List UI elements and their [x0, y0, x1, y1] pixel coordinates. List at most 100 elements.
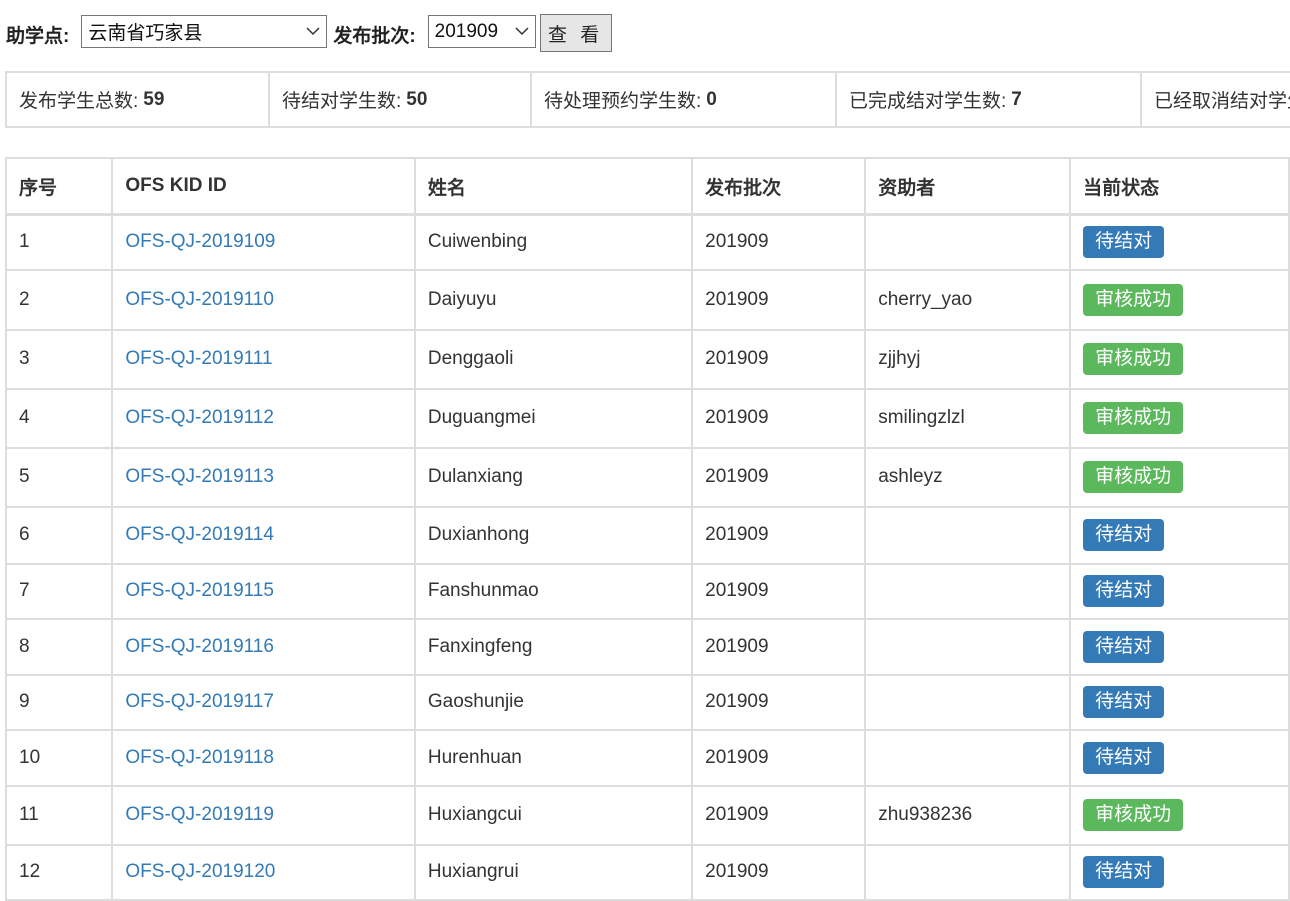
status-badge: 待结对 — [1083, 630, 1165, 663]
stat-completed: 已完成结对学生数: 7 — [835, 73, 1140, 126]
cell-sponsor — [864, 562, 1072, 620]
stats-bar: 发布学生总数: 59 待结对学生数: 50 待处理预约学生数: 0 已完成结对学生数:… — [5, 71, 1290, 128]
site-select[interactable]: 云南省巧家县 — [81, 15, 328, 48]
cell-sponsor — [864, 213, 1072, 271]
kid-id-link[interactable]: OFS-QJ-2019115 — [125, 580, 274, 601]
kid-id-link[interactable]: OFS-QJ-2019110 — [125, 289, 274, 310]
cell-status: 待结对 — [1069, 505, 1290, 565]
cell-name: Fanshunmao — [413, 562, 694, 620]
cell-no: 6 — [4, 505, 114, 565]
table-row: 2 OFS-QJ-2019110 Daiyuyu 201909 cherry_yao 审核… — [4, 268, 1290, 331]
status-badge: 审核成功 — [1083, 799, 1184, 831]
cell-name: Denggaoli — [413, 328, 694, 390]
stat-total: 发布学生总数: 59 — [5, 73, 268, 126]
header-kid-id: OFS KID ID — [111, 157, 416, 216]
kid-id-link[interactable]: OFS-QJ-2019118 — [125, 747, 274, 768]
view-button[interactable]: 查 看 — [539, 14, 612, 52]
stat-total-value: 59 — [143, 88, 165, 110]
cell-no: 2 — [4, 268, 114, 331]
cell-status: 待结对 — [1069, 728, 1290, 787]
kid-id-link[interactable]: OFS-QJ-2019119 — [125, 804, 274, 825]
cell-batch: 201909 — [691, 328, 867, 390]
cell-kid-id: OFS-QJ-2019119 — [111, 784, 416, 846]
cell-name: Duguangmei — [413, 387, 694, 449]
cell-sponsor — [864, 617, 1072, 676]
status-badge: 审核成功 — [1083, 343, 1184, 375]
kid-id-link[interactable]: OFS-QJ-2019116 — [125, 636, 274, 657]
cell-kid-id: OFS-QJ-2019110 — [111, 268, 416, 331]
cell-sponsor: ashleyz — [864, 446, 1072, 508]
kid-id-link[interactable]: OFS-QJ-2019113 — [125, 466, 274, 487]
cell-status: 待结对 — [1069, 617, 1290, 676]
cell-batch: 201909 — [691, 728, 867, 787]
cell-batch: 201909 — [691, 784, 867, 846]
kid-id-link[interactable]: OFS-QJ-2019111 — [125, 348, 272, 369]
students-table: 序号 OFS KID ID 姓名 发布批次 资助者 当前状态 1 OFS-QJ-2… — [4, 157, 1290, 901]
cell-status: 审核成功 — [1069, 268, 1290, 331]
batch-label: 发布批次: — [333, 25, 416, 47]
header-name: 姓名 — [413, 157, 694, 216]
cell-status: 待结对 — [1069, 562, 1290, 620]
status-badge: 待结对 — [1083, 686, 1165, 718]
cell-kid-id: OFS-QJ-2019115 — [111, 562, 416, 620]
cell-no: 1 — [4, 213, 114, 271]
status-badge: 审核成功 — [1083, 283, 1184, 316]
cell-kid-id: OFS-QJ-2019113 — [111, 446, 416, 508]
status-badge: 待结对 — [1083, 575, 1165, 607]
status-badge: 审核成功 — [1083, 402, 1184, 434]
cell-sponsor: zhu938236 — [864, 784, 1072, 846]
cell-name: Cuiwenbing — [413, 213, 694, 271]
stat-reservation-label: 待处理预约学生数: — [544, 91, 702, 112]
cell-kid-id: OFS-QJ-2019111 — [111, 328, 416, 390]
status-badge: 审核成功 — [1083, 461, 1184, 493]
cell-status: 审核成功 — [1069, 784, 1290, 846]
cell-status: 审核成功 — [1069, 446, 1290, 508]
cell-name: Huxiangrui — [413, 843, 694, 901]
table-row: 3 OFS-QJ-2019111 Denggaoli 201909 zjjhyj 审核成功 — [4, 328, 1290, 390]
kid-id-link[interactable]: OFS-QJ-2019117 — [125, 691, 274, 712]
table-row: 11 OFS-QJ-2019119 Huxiangcui 201909 zhu93823… — [4, 784, 1290, 846]
cell-status: 待结对 — [1069, 213, 1290, 271]
stat-reservation-value: 0 — [706, 88, 717, 110]
table-row: 1 OFS-QJ-2019109 Cuiwenbing 201909 待结对 — [4, 213, 1290, 271]
cell-status: 待结对 — [1069, 673, 1290, 731]
cell-kid-id: OFS-QJ-2019112 — [111, 387, 416, 449]
batch-select[interactable]: 201909 — [427, 15, 536, 48]
header-no: 序号 — [4, 157, 114, 216]
cell-kid-id: OFS-QJ-2019109 — [111, 213, 416, 271]
batch-select-value: 201909 — [434, 20, 499, 42]
table-row: 9 OFS-QJ-2019117 Gaoshunjie 201909 待结对 — [4, 673, 1290, 731]
cell-no: 4 — [4, 387, 114, 449]
status-badge: 待结对 — [1083, 741, 1165, 774]
cell-no: 7 — [4, 562, 114, 620]
table-row: 4 OFS-QJ-2019112 Duguangmei 201909 smilingzl… — [4, 387, 1290, 449]
cell-no: 5 — [4, 446, 114, 508]
cell-sponsor: smilingzlzl — [864, 387, 1072, 449]
cell-status: 审核成功 — [1069, 387, 1290, 449]
cell-batch: 201909 — [691, 213, 867, 271]
cell-name: Hurenhuan — [413, 728, 694, 787]
cell-sponsor: zjjhyj — [864, 328, 1072, 390]
stat-completed-label: 已完成结对学生数: — [849, 91, 1007, 112]
kid-id-link[interactable]: OFS-QJ-2019120 — [125, 861, 275, 882]
cell-name: Huxiangcui — [413, 784, 694, 846]
kid-id-link[interactable]: OFS-QJ-2019112 — [125, 407, 274, 428]
cell-status: 审核成功 — [1069, 328, 1290, 390]
cell-name: Daiyuyu — [413, 268, 694, 331]
cell-batch: 201909 — [691, 387, 867, 449]
cell-kid-id: OFS-QJ-2019117 — [111, 673, 416, 731]
cell-no: 12 — [4, 843, 114, 901]
cell-sponsor — [864, 505, 1072, 565]
cell-batch: 201909 — [691, 673, 867, 731]
kid-id-link[interactable]: OFS-QJ-2019114 — [125, 524, 274, 545]
cell-batch: 201909 — [691, 843, 867, 901]
kid-id-link[interactable]: OFS-QJ-2019109 — [125, 231, 275, 252]
cell-sponsor: cherry_yao — [864, 268, 1072, 331]
cell-batch: 201909 — [691, 505, 867, 565]
chevron-down-icon — [306, 27, 320, 36]
stat-pending: 待结对学生数: 50 — [268, 73, 530, 126]
cell-no: 11 — [4, 784, 114, 846]
cell-status: 待结对 — [1069, 843, 1290, 901]
table-row: 12 OFS-QJ-2019120 Huxiangrui 201909 待结对 — [4, 843, 1290, 901]
cell-batch: 201909 — [691, 268, 867, 331]
